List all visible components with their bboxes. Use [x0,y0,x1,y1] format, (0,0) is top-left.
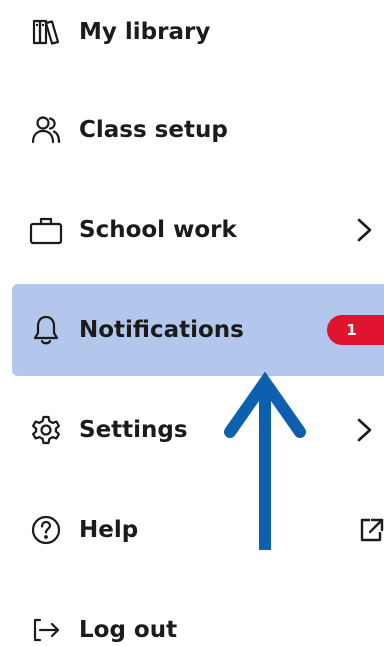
side-menu: My library Class setup School work Notif… [0,0,384,646]
chevron-right-icon [357,218,372,242]
gear-icon [26,410,66,450]
menu-item-my-library[interactable]: My library [12,0,384,78]
menu-item-label: Log out [79,617,178,643]
question-circle-icon [26,510,66,550]
menu-item-class-setup[interactable]: Class setup [12,84,384,176]
menu-item-label: Settings [79,417,188,443]
people-icon [26,110,66,150]
chevron-right-icon [357,418,372,442]
logout-icon [26,610,66,646]
notification-count-badge: 1 [327,315,384,345]
menu-item-log-out[interactable]: Log out [12,584,384,646]
external-link-icon [360,518,384,542]
menu-item-label: School work [79,217,237,243]
menu-item-label: My library [79,19,211,45]
library-books-icon [26,12,66,52]
menu-item-help[interactable]: Help [12,484,384,576]
menu-item-label: Class setup [79,117,228,143]
menu-item-label: Notifications [79,317,244,343]
briefcase-icon [26,210,66,250]
menu-item-settings[interactable]: Settings [12,384,384,476]
menu-item-school-work[interactable]: School work [12,184,384,276]
menu-item-label: Help [79,517,139,543]
bell-icon [26,310,66,350]
menu-item-notifications[interactable]: Notifications 1 [12,284,384,376]
